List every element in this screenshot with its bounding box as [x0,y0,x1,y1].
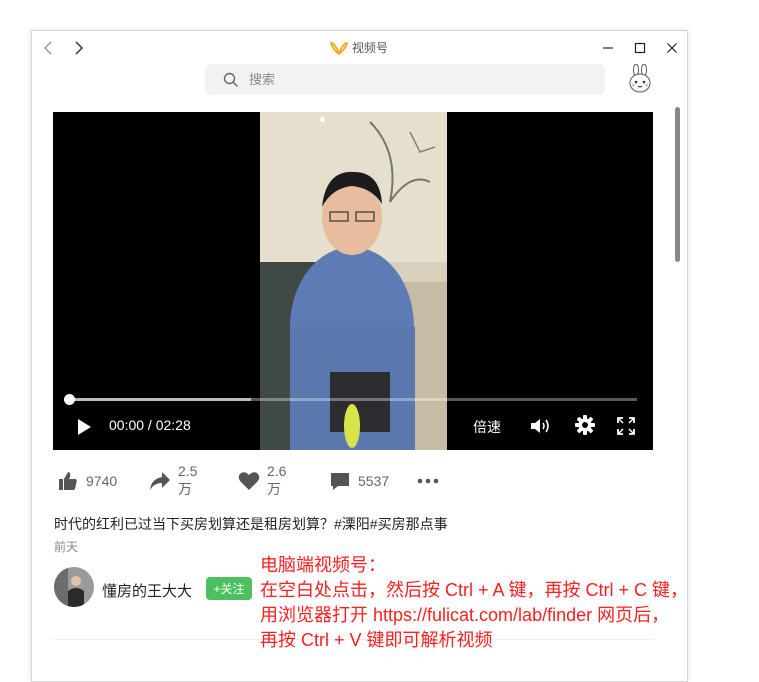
volume-button[interactable] [529,415,553,437]
maximize-icon [634,42,646,54]
post-date: 前天 [54,540,79,554]
overlay-line: 用浏览器打开 https://fulicat.com/lab/finder 网页… [260,605,670,625]
fullscreen-icon [617,417,635,435]
position-dot [320,117,325,122]
maximize-button[interactable] [630,38,650,58]
heart-icon [238,470,260,492]
volume-icon [531,419,549,433]
minimize-button[interactable] [598,38,618,58]
duration: 02:28 [155,417,191,433]
progress-buffer [69,398,251,401]
fullscreen-button[interactable] [616,416,636,436]
play-icon [78,419,91,435]
minimize-icon [603,47,613,49]
thumbs-up-icon [57,470,79,492]
back-icon [43,41,52,55]
overlay-line: 在空白处点击，然后按 Ctrl + A 键，再按 Ctrl + C 键， [260,580,689,600]
search-input[interactable] [247,71,591,88]
scrollbar-thumb[interactable] [675,107,680,262]
time-display: 00:00 / 02:28 [109,417,191,433]
more-icon [417,470,439,492]
title-bar: 视频号 [32,31,687,65]
overlay-line: 再按 Ctrl + V 键即可解析视频 [260,630,493,650]
share-button[interactable]: 2.5万 [149,463,197,497]
video-player[interactable]: 00:00 / 02:28 倍速 [53,112,653,450]
overlay-instructions: 电脑端视频号： 在空白处点击，然后按 Ctrl + A 键，再按 Ctrl + … [260,553,688,653]
share-count: 2.5万 [178,463,198,497]
follow-button[interactable]: +关注 [206,577,252,600]
favorite-count: 2.6万 [267,463,287,497]
author-avatar[interactable] [54,567,94,607]
current-time: 00:00 [109,417,145,433]
user-avatar[interactable] [626,63,654,94]
forward-button[interactable] [70,39,88,57]
favorite-button[interactable]: 2.6万 [238,463,286,497]
comment-count: 5537 [358,473,390,489]
back-button[interactable] [40,39,58,57]
gear-icon [575,415,595,435]
share-icon [149,470,171,492]
search-icon [223,72,239,88]
time-separator: / [144,417,156,433]
post-description: 时代的红利已过当下买房划算还是租房划算？#溧阳#买房那点事 [54,516,448,532]
more-button[interactable] [417,469,439,493]
search-bar[interactable] [205,64,605,95]
speed-button[interactable]: 倍速 [473,417,501,437]
app-title: 视频号 [330,39,388,56]
bunny-avatar-icon [629,63,651,93]
overlay-line: 电脑端视频号： [260,555,386,575]
author-photo [54,567,94,607]
play-button[interactable] [73,416,95,438]
app-title-text: 视频号 [352,41,389,55]
forward-icon [75,41,84,55]
close-button[interactable] [662,38,682,58]
progress-bar[interactable] [69,398,637,401]
like-button[interactable]: 9740 [57,469,117,493]
close-icon [667,43,677,53]
comment-icon [329,470,351,492]
comment-button[interactable]: 5537 [329,469,389,493]
app-logo-icon [330,41,348,55]
settings-button[interactable] [574,414,596,436]
like-count: 9740 [86,473,118,489]
author-name[interactable]: 懂房的王大大 [102,580,192,601]
progress-knob[interactable] [64,394,75,405]
